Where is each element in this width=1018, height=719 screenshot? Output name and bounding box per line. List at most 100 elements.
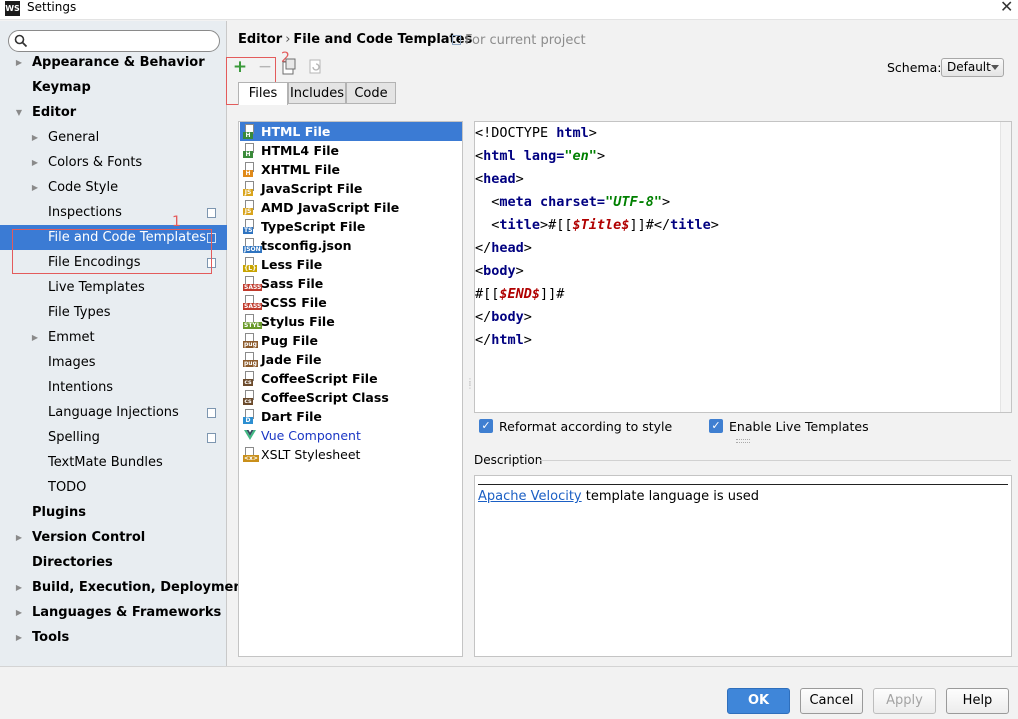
- sidebar-item[interactable]: Spelling: [0, 425, 227, 450]
- sidebar-item[interactable]: TextMate Bundles: [0, 450, 227, 475]
- sidebar-item[interactable]: ▶ Build, Execution, Deployment: [0, 575, 249, 600]
- code-token: </: [475, 309, 492, 325]
- file-type-badge: TS: [243, 227, 254, 234]
- description-label: Description: [474, 453, 543, 467]
- reformat-checkbox[interactable]: ✓: [479, 419, 493, 433]
- chevron-down-icon[interactable]: ▼: [14, 100, 24, 125]
- horizontal-splitter[interactable]: [736, 439, 750, 443]
- chevron-right-icon[interactable]: ▶: [30, 150, 40, 175]
- file-type-badge: H: [243, 170, 253, 177]
- sidebar-item[interactable]: ▶ Code Style: [0, 175, 227, 200]
- template-list-item[interactable]: pug Pug File: [240, 331, 462, 350]
- sidebar-item[interactable]: ▶ Appearance & Behavior: [0, 50, 227, 75]
- sidebar-item[interactable]: ▼ Editor: [0, 100, 227, 125]
- sidebar-item[interactable]: Keymap: [0, 75, 227, 100]
- code-token: >: [523, 240, 532, 256]
- sidebar-item[interactable]: ▶ Tools: [0, 625, 227, 650]
- close-icon[interactable]: ✕: [1000, 0, 1013, 16]
- remove-template-button[interactable]: −: [256, 58, 274, 76]
- add-template-button[interactable]: +: [231, 58, 249, 76]
- chevron-right-icon[interactable]: ▶: [14, 525, 24, 550]
- template-list-item[interactable]: JSON tsconfig.json: [240, 236, 462, 255]
- reset-template-button[interactable]: [306, 58, 324, 76]
- template-list-item[interactable]: SASS Sass File: [240, 274, 462, 293]
- template-name: XSLT Stylesheet: [261, 447, 361, 462]
- template-list-item[interactable]: H HTML4 File: [240, 141, 462, 160]
- file-icon: SASS: [243, 276, 263, 291]
- for-current-project: For current project: [452, 33, 586, 48]
- sidebar-item[interactable]: Intentions: [0, 375, 227, 400]
- template-list-item[interactable]: H XHTML File: [240, 160, 462, 179]
- chevron-right-icon[interactable]: ▶: [30, 325, 40, 350]
- description-text: Apache Velocity template language is use…: [478, 489, 759, 504]
- sidebar-item[interactable]: ▶ Colors & Fonts: [0, 150, 227, 175]
- copy-template-button[interactable]: [280, 58, 298, 76]
- cancel-button[interactable]: Cancel: [800, 688, 863, 714]
- code-token: charset=: [540, 194, 606, 210]
- help-button[interactable]: Help: [946, 688, 1009, 714]
- chevron-right-icon[interactable]: ▶: [14, 625, 24, 650]
- template-list-item[interactable]: JS JavaScript File: [240, 179, 462, 198]
- template-list-item[interactable]: STYL Stylus File: [240, 312, 462, 331]
- chevron-right-icon[interactable]: ▶: [14, 600, 24, 625]
- sidebar-item[interactable]: ▶ Emmet: [0, 325, 227, 350]
- sidebar-item-label: Spelling: [48, 430, 100, 445]
- apache-velocity-link[interactable]: Apache Velocity: [478, 489, 582, 504]
- sidebar-item[interactable]: Directories: [0, 550, 227, 575]
- file-icon: pug: [243, 352, 258, 367]
- apply-button[interactable]: Apply: [873, 688, 936, 714]
- chevron-right-icon[interactable]: ▶: [14, 50, 24, 75]
- template-list-item[interactable]: D Dart File: [240, 407, 462, 426]
- template-list-item[interactable]: H HTML File: [240, 122, 462, 141]
- splitter-handle[interactable]: ⋮ ⋮: [466, 378, 474, 394]
- chevron-down-icon: [991, 65, 999, 70]
- sidebar-item[interactable]: Live Templates: [0, 275, 227, 300]
- template-list-item[interactable]: cs CoffeeScript Class: [240, 388, 462, 407]
- chevron-right-icon[interactable]: ▶: [30, 175, 40, 200]
- breadcrumb-editor: Editor: [238, 32, 283, 47]
- code-line: </head>: [475, 237, 532, 259]
- code-line: </html>: [475, 329, 532, 351]
- template-list-item[interactable]: cs CoffeeScript File: [240, 369, 462, 388]
- template-list-item[interactable]: {L} Less File: [240, 255, 462, 274]
- sidebar-item[interactable]: Plugins: [0, 500, 227, 525]
- sidebar-item-label: Languages & Frameworks: [32, 605, 222, 620]
- enable-live-templates-label[interactable]: Enable Live Templates: [729, 419, 869, 434]
- sidebar-item[interactable]: TODO: [0, 475, 227, 500]
- template-list-item[interactable]: Vue Component: [240, 426, 462, 445]
- search-input[interactable]: [34, 33, 214, 49]
- code-line: <html lang="en">: [475, 145, 605, 167]
- code-line: <meta charset="UTF-8">: [475, 191, 670, 213]
- tab-files[interactable]: Files: [238, 82, 288, 105]
- title-bar: WS Settings ✕: [0, 0, 1018, 20]
- template-list-item[interactable]: TS TypeScript File: [240, 217, 462, 236]
- sidebar-item[interactable]: Language Injections: [0, 400, 227, 425]
- sidebar-item[interactable]: ▶ General: [0, 125, 227, 150]
- schema-dropdown[interactable]: Default: [941, 58, 1004, 77]
- chevron-right-icon[interactable]: ▶: [30, 125, 40, 150]
- ok-button[interactable]: OK: [727, 688, 790, 714]
- template-list-item[interactable]: JS AMD JavaScript File: [240, 198, 462, 217]
- chevron-right-icon[interactable]: ▶: [14, 575, 24, 600]
- sidebar-item-label: Directories: [32, 555, 113, 570]
- template-name: HTML File: [261, 124, 331, 139]
- template-list-item[interactable]: SASS SCSS File: [240, 293, 462, 312]
- sidebar-item[interactable]: ▶ Version Control: [0, 525, 227, 550]
- reformat-label[interactable]: Reformat according to style: [499, 419, 672, 434]
- template-name: Less File: [261, 257, 323, 272]
- template-list-item[interactable]: <x> XSLT Stylesheet: [240, 445, 462, 464]
- sidebar-item[interactable]: Images: [0, 350, 227, 375]
- sidebar-item[interactable]: Inspections: [0, 200, 227, 225]
- template-list-item[interactable]: pug Jade File: [240, 350, 462, 369]
- sidebar-item[interactable]: File Types: [0, 300, 227, 325]
- tab-includes[interactable]: Includes: [288, 82, 346, 104]
- file-icon: H: [243, 162, 257, 177]
- template-name: HTML4 File: [261, 143, 340, 158]
- template-list: H HTML File H HTML4 File H XHTML File JS JavaSc…: [238, 121, 463, 657]
- editor-scrollbar[interactable]: [1000, 122, 1011, 412]
- template-editor[interactable]: <!DOCTYPE html> <html lang="en"> <head> <m…: [474, 121, 1012, 413]
- tab-code[interactable]: Code: [346, 82, 396, 104]
- search-box[interactable]: [8, 30, 220, 52]
- enable-live-templates-checkbox[interactable]: ✓: [709, 419, 723, 433]
- sidebar-item[interactable]: ▶ Languages & Frameworks: [0, 600, 227, 625]
